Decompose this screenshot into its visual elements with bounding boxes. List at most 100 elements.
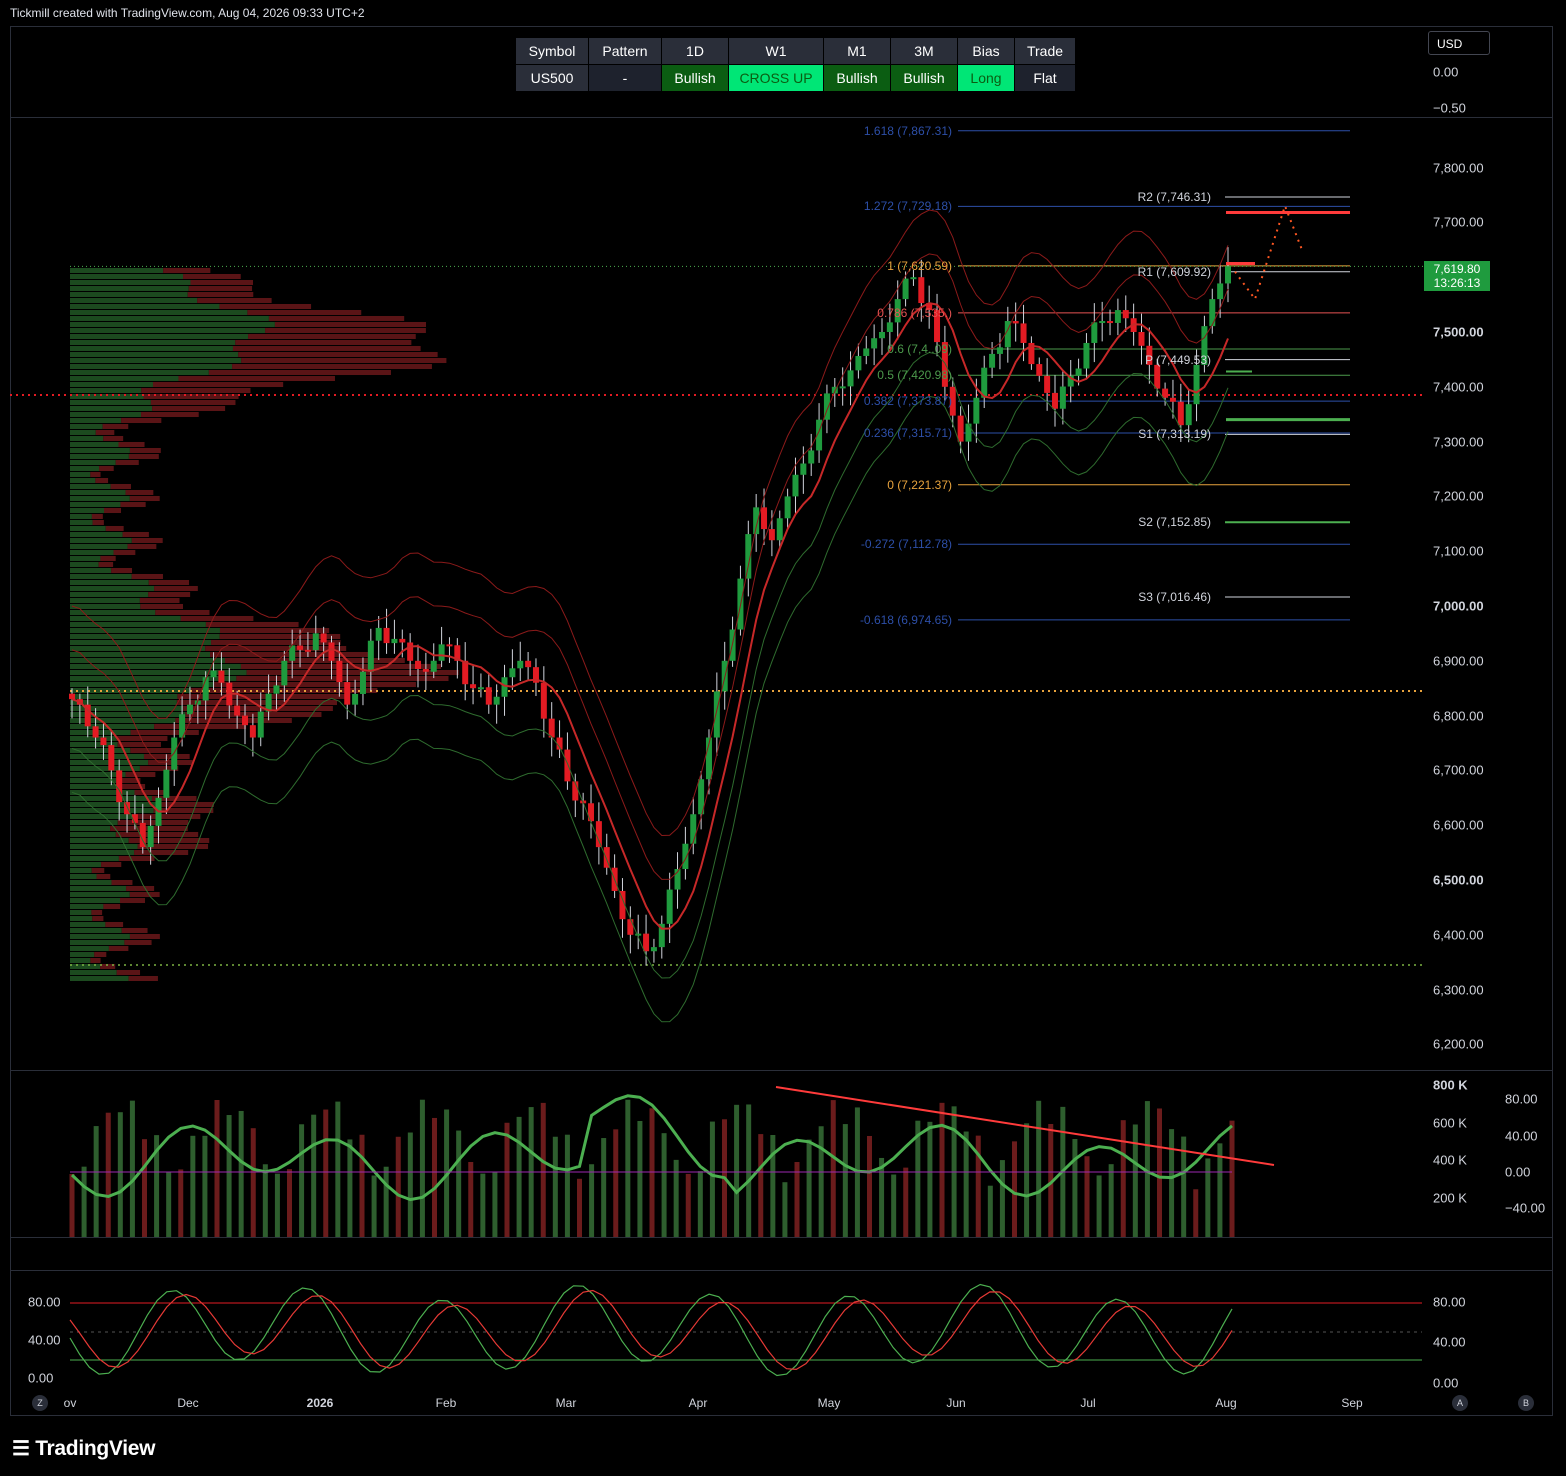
log-scale-button[interactable]: B — [1518, 1395, 1534, 1411]
volume-profile-buy-bar — [70, 652, 211, 657]
auto-scale-button[interactable]: A — [1452, 1395, 1468, 1411]
volume-profile-buy-bar — [70, 922, 106, 927]
volume-profile-buy-bar — [70, 310, 248, 315]
volume-bar — [734, 1104, 740, 1237]
volume-profile-sell-bar — [160, 802, 214, 807]
volume-profile-sell-bar — [183, 274, 241, 279]
volume-profile-sell-bar — [148, 580, 190, 585]
candle-body — [690, 814, 697, 844]
volume-profile-buy-bar — [70, 292, 188, 297]
price-axis-label: 6,600.00 — [1433, 817, 1484, 833]
volume-profile-buy-bar — [70, 592, 149, 597]
volume-bar — [625, 1099, 631, 1237]
volume-profile-sell-bar — [141, 412, 199, 417]
volume-bar — [468, 1161, 474, 1237]
volume-profile-sell-bar — [265, 328, 426, 333]
volume-profile-sell-bar — [91, 514, 103, 519]
volume-profile-sell-bar — [235, 340, 412, 345]
volume-profile-buy-bar — [70, 526, 106, 531]
volume-profile-sell-bar — [129, 448, 161, 453]
candle-body — [422, 669, 429, 672]
candle-body — [918, 277, 925, 304]
candle-body — [108, 745, 115, 771]
volume-profile-buy-bar — [70, 280, 191, 285]
candle-body — [186, 704, 193, 715]
fib-label: 1.272 (7,729.18) — [863, 199, 952, 214]
volume-profile-buy-bar — [70, 334, 249, 339]
volume-bar — [830, 1100, 836, 1237]
candle-body — [359, 671, 366, 694]
price-axis-label: 7,300.00 — [1433, 434, 1484, 450]
volume-profile-buy-bar — [70, 610, 156, 615]
candle-body — [344, 682, 351, 705]
candle-body — [996, 347, 1003, 354]
volume-profile-sell-bar — [121, 418, 162, 423]
volume-bar — [782, 1182, 788, 1237]
zoom-button[interactable]: Z — [32, 1395, 48, 1411]
candle-body — [1051, 392, 1058, 409]
candle-body — [800, 463, 807, 475]
candle-body — [1012, 321, 1019, 324]
volume-profile-buy-bar — [70, 640, 212, 645]
candle-body — [1091, 322, 1098, 343]
candle-body — [257, 711, 264, 738]
volume-bar — [577, 1178, 582, 1237]
volume-profile-buy-bar — [70, 622, 206, 627]
volume-bar — [601, 1138, 607, 1237]
volume-profile-sell-bar — [117, 742, 161, 747]
volume-profile-buy-bar — [70, 442, 119, 447]
volume-profile-buy-bar — [70, 850, 135, 855]
volume-axis-label: 200 K — [1433, 1190, 1467, 1206]
volume-bar — [407, 1132, 413, 1237]
candle-body — [509, 668, 516, 678]
volume-profile-buy-bar — [70, 796, 152, 801]
volume-profile-buy-bar — [70, 952, 95, 957]
volume-bar — [818, 1126, 824, 1237]
volume-bar — [480, 1173, 486, 1237]
volume-profile-buy-bar — [70, 790, 135, 795]
volume-profile-sell-bar — [128, 976, 158, 981]
volume-profile-sell-bar — [115, 460, 139, 465]
volume-profile-buy-bar — [70, 412, 142, 417]
volume-bar — [879, 1157, 885, 1237]
volume-bar — [613, 1129, 619, 1237]
price-axis-label: 7,100.00 — [1433, 543, 1484, 559]
candle-body — [784, 496, 791, 519]
volume-profile-sell-bar — [154, 724, 247, 729]
candle-body — [666, 889, 673, 924]
time-axis-label: Sep — [1341, 1396, 1363, 1410]
volume-bar — [1193, 1189, 1199, 1237]
volume-profile-buy-bar — [70, 898, 121, 903]
volume-profile-sell-bar — [150, 400, 236, 405]
candle-body — [391, 638, 398, 644]
candle-body — [910, 277, 917, 280]
time-axis-label: ov — [63, 1396, 77, 1410]
candle-body — [100, 737, 107, 746]
candle-body — [367, 640, 374, 672]
volume-profile-sell-bar — [105, 526, 124, 531]
price-axis-label: 7,700.00 — [1433, 214, 1484, 230]
candle-body — [973, 397, 980, 424]
volume-profile-sell-bar — [208, 370, 391, 375]
volume-profile-sell-bar — [180, 616, 254, 621]
volume-profile-sell-bar — [152, 382, 284, 387]
volume-profile-sell-bar — [95, 430, 115, 435]
candle-body — [312, 633, 319, 651]
volume-profile-sell-bar — [148, 592, 191, 597]
volume-bar — [1084, 1156, 1090, 1237]
price-axis-label: 7,000.00 — [1433, 598, 1484, 614]
candle-body — [407, 642, 414, 661]
pivot-label: S3 (7,016.46) — [1138, 589, 1211, 604]
volume-profile-buy-bar — [70, 520, 93, 525]
volume-profile-sell-bar — [175, 718, 292, 723]
top-pane-axis-label: −0.50 — [1433, 100, 1466, 116]
volume-profile-sell-bar — [116, 970, 141, 975]
volume-profile-buy-bar — [70, 430, 96, 435]
volume-bar — [383, 1166, 389, 1237]
volume-profile-sell-bar — [134, 850, 189, 855]
chart-canvas[interactable] — [0, 0, 1566, 1476]
volume-profile-sell-bar — [103, 904, 121, 909]
candle-body — [713, 691, 720, 738]
volume-profile-buy-bar — [70, 832, 116, 837]
volume-profile-sell-bar — [152, 406, 226, 411]
